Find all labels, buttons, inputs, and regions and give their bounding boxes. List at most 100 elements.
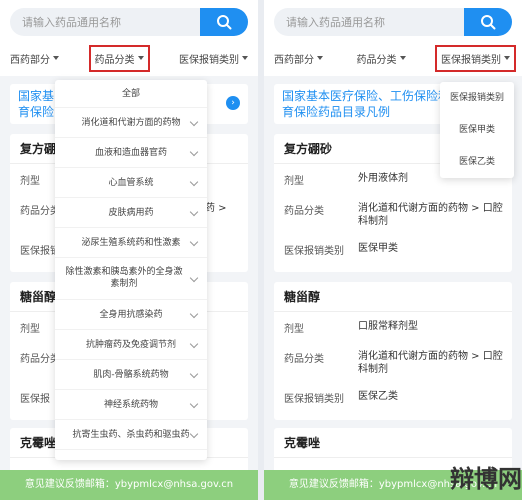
filter-western[interactable]: 西药部分 [6, 47, 63, 70]
search-input[interactable]: 请输入药品通用名称 [10, 8, 200, 36]
category-option[interactable]: 抗寄生虫药、杀虫药和驱虫药 [55, 420, 207, 450]
search-button[interactable] [200, 8, 248, 36]
right-screen: 请输入药品通用名称 西药部分 药品分类 医保报销类别 国家基本医疗保险、工伤保险… [264, 0, 522, 500]
footer-text: 意见建议反馈邮箱：ybypmlcx@nhsa.gov.cn [24, 479, 234, 490]
drug-row-category: 药品分类 消化道和代谢方面的药物 > 口腔科制剂 [274, 342, 512, 384]
category-option[interactable]: 抗肿瘤药及免疫调节剂 [55, 330, 207, 360]
chevron-down-icon [189, 147, 199, 156]
caret-down-icon [242, 56, 248, 60]
reimburse-value: 医保乙类 [358, 391, 398, 402]
reimburse-value: 医保甲类 [358, 243, 398, 254]
category-option-label: 抗寄生虫药、杀虫药和驱虫药 [72, 430, 190, 440]
category-value: 消化道和代谢方面的药物 > 口腔科制剂 [358, 203, 503, 227]
category-label: 药品分类 [20, 354, 60, 365]
reimburse-dropdown: 医保报销类别 医保甲类 医保乙类 [440, 82, 514, 178]
caret-down-icon [399, 56, 406, 60]
category-option[interactable]: 血液和造血器官药 [55, 138, 207, 168]
drug-name: 克霉唑 [274, 428, 512, 458]
category-option-label: 肌肉-骨骼系统药物 [93, 370, 169, 380]
search-icon [217, 15, 232, 30]
form-label: 剂型 [20, 176, 40, 187]
category-dropdown: 全部 消化道和代谢方面的药物 血液和造血器官药 心血管系统 皮肤病用药 泌尿生殖… [55, 80, 207, 460]
search-input[interactable]: 请输入药品通用名称 [274, 8, 464, 36]
category-option[interactable]: 心血管系统 [55, 168, 207, 198]
filter-reimburse-label: 医保报销类别 [179, 54, 239, 66]
form-label: 剂型 [20, 324, 40, 335]
chevron-down-icon [189, 309, 199, 318]
chevron-right-icon: › [226, 96, 240, 110]
reimburse-option[interactable]: 医保甲类 [440, 114, 514, 146]
chevron-down-icon [189, 369, 199, 378]
reimburse-option-label: 医保甲类 [458, 125, 495, 135]
drug-name: 糖甾醇 [274, 282, 512, 312]
category-label: 药品分类 [284, 206, 324, 217]
filter-category-label: 药品分类 [356, 54, 397, 66]
category-option[interactable]: 全部 [55, 80, 207, 108]
filter-reimburse-label: 医保报销类别 [441, 54, 501, 66]
category-option[interactable]: 消化道和代谢方面的药物 [55, 108, 207, 138]
form-value: 口服常释剂型 [358, 321, 418, 332]
caret-down-icon [504, 56, 510, 60]
caret-down-icon [137, 56, 144, 60]
chevron-down-icon [189, 117, 199, 126]
category-option-label: 泌尿生殖系统药和性激素 [81, 238, 181, 248]
chevron-down-icon [189, 429, 199, 438]
chevron-down-icon [189, 237, 199, 246]
form-label: 剂型 [284, 324, 304, 335]
category-value: 消化道和代谢方面的药物 > 口腔科制剂 [358, 351, 503, 375]
chevron-down-icon [189, 273, 199, 282]
filter-category-label: 药品分类 [94, 54, 135, 66]
search-icon [481, 15, 496, 30]
category-option-label: 抗肿瘤药及免疫调节剂 [85, 340, 176, 350]
category-option-label: 除性激素和胰岛素外的全身激素制剂 [65, 267, 183, 289]
reimburse-option-label: 医保报销类别 [449, 93, 504, 103]
feedback-footer: 意见建议反馈邮箱：ybypmlcx@nhsa.gov.cn [0, 470, 258, 500]
drug-card[interactable]: 糖甾醇 剂型 口服常释剂型 药品分类 消化道和代谢方面的药物 > 口腔科制剂 医保报… [274, 282, 512, 420]
reimburse-option-label: 医保乙类 [458, 157, 495, 167]
category-option-label: 神经系统药物 [103, 400, 158, 410]
filter-row: 西药部分 药品分类 医保报销类别 [264, 44, 522, 72]
category-option[interactable]: 泌尿生殖系统药和性激素 [55, 228, 207, 258]
category-label: 药品分类 [284, 354, 324, 365]
top-bar: 请输入药品通用名称 西药部分 药品分类 医保报销类别 [264, 0, 522, 76]
category-option[interactable]: 除性激素和胰岛素外的全身激素制剂 [55, 258, 207, 300]
caret-down-icon [317, 56, 323, 60]
caret-down-icon [53, 56, 59, 60]
category-option[interactable]: 皮肤病用药 [55, 198, 207, 228]
category-option-label: 消化道和代谢方面的药物 [81, 118, 181, 128]
drug-row-reimburse: 医保报销类别 医保乙类 [274, 384, 512, 414]
form-label: 剂型 [284, 176, 304, 187]
reimburse-option[interactable]: 医保乙类 [440, 146, 514, 178]
left-screen: 请输入药品通用名称 西药部分 药品分类 医保报销类别 国家基 育保险 › 复方硼… [0, 0, 258, 500]
search-button[interactable] [464, 8, 512, 36]
search-placeholder: 请输入药品通用名称 [22, 16, 121, 29]
category-option[interactable]: 全身用抗感染药 [55, 300, 207, 330]
filter-row: 西药部分 药品分类 医保报销类别 [0, 44, 258, 72]
category-label: 药品分类 [20, 206, 60, 217]
category-option[interactable]: 神经系统药物 [55, 390, 207, 420]
drug-row-category: 药品分类 消化道和代谢方面的药物 > 口腔科制剂 [274, 194, 512, 236]
filter-western-label: 西药部分 [274, 54, 314, 66]
category-option-label: 血液和造血器官药 [94, 148, 167, 158]
filter-reimburse[interactable]: 医保报销类别 [435, 44, 516, 72]
category-option-label: 心血管系统 [108, 178, 154, 188]
watermark: 辩博网 [450, 465, 522, 493]
reimburse-option[interactable]: 医保报销类别 [440, 82, 514, 114]
chevron-down-icon [189, 207, 199, 216]
reimburse-label: 医保报销类别 [284, 246, 344, 257]
filter-category[interactable]: 药品分类 [88, 44, 150, 72]
category-option-label: 皮肤病用药 [108, 208, 154, 218]
search-placeholder: 请输入药品通用名称 [286, 16, 385, 29]
filter-reimburse[interactable]: 医保报销类别 [175, 47, 252, 70]
filter-western-label: 西药部分 [10, 54, 50, 66]
category-option-label: 全部 [121, 89, 140, 99]
category-option-label: 全身用抗感染药 [99, 310, 163, 320]
drug-row-form: 剂型 口服常释剂型 [274, 312, 512, 342]
drug-row-reimburse: 医保报销类别 医保甲类 [274, 236, 512, 266]
top-bar: 请输入药品通用名称 西药部分 药品分类 医保报销类别 [0, 0, 258, 76]
chevron-down-icon [189, 339, 199, 348]
category-option[interactable]: 肌肉-骨骼系统药物 [55, 360, 207, 390]
filter-western[interactable]: 西药部分 [270, 47, 327, 70]
chevron-down-icon [189, 177, 199, 186]
filter-category[interactable]: 药品分类 [353, 47, 410, 70]
